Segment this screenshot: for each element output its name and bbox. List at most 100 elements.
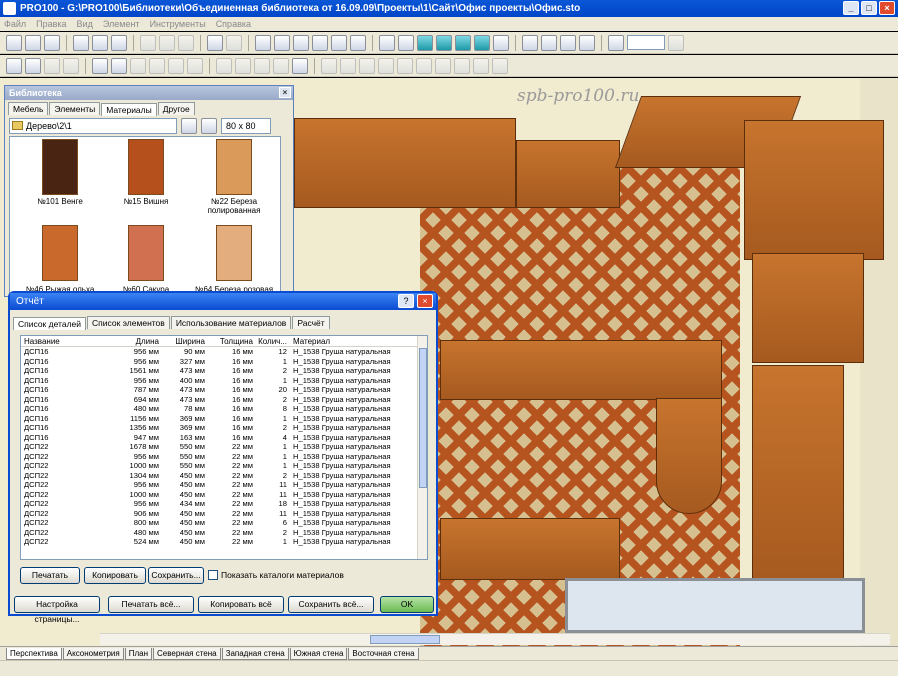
- tab-parts-list[interactable]: Список деталей: [13, 317, 87, 330]
- maximize-icon[interactable]: □: [861, 1, 877, 15]
- table-row[interactable]: ДСП22 1000 мм 450 мм 22 мм 11 Н_1538 Груша на…: [21, 490, 427, 500]
- same-height-icon[interactable]: [492, 57, 508, 74]
- tab-material-usage[interactable]: Использование материалов: [170, 316, 292, 329]
- save-icon[interactable]: [44, 34, 60, 51]
- ok-button[interactable]: OK: [380, 596, 434, 613]
- material-swatch[interactable]: [42, 225, 78, 281]
- copy-button[interactable]: Копировать: [84, 567, 146, 584]
- menu-element[interactable]: Элемент: [103, 17, 140, 31]
- tab-south-wall[interactable]: Южная стена: [289, 648, 348, 660]
- rotate-icon[interactable]: [44, 57, 60, 74]
- cube-shadow-icon[interactable]: [455, 34, 471, 51]
- align-left-icon[interactable]: [321, 57, 337, 74]
- thumb-size-select[interactable]: 80 x 80: [221, 118, 271, 134]
- cube-light-icon[interactable]: [474, 34, 490, 51]
- save-all-button[interactable]: Сохранить всё...: [288, 596, 374, 613]
- checkbox[interactable]: [208, 570, 218, 580]
- col-name[interactable]: Название: [21, 336, 117, 346]
- lock-icon[interactable]: [292, 57, 308, 74]
- print-all-button[interactable]: Печатать всё...: [108, 596, 194, 613]
- align-top-icon[interactable]: [359, 57, 375, 74]
- table-row[interactable]: ДСП22 800 мм 450 мм 22 мм 6 Н_1538 Груша нату…: [21, 518, 427, 528]
- report-icon[interactable]: [312, 34, 328, 51]
- tab-other[interactable]: Другое: [157, 102, 195, 115]
- table-row[interactable]: ДСП22 480 мм 450 мм 22 мм 2 Н_1538 Груша нату…: [21, 528, 427, 538]
- lightbulb-icon[interactable]: [493, 34, 509, 51]
- save-button[interactable]: Сохранить...: [148, 567, 204, 584]
- sum-icon[interactable]: [350, 34, 366, 51]
- materials-icon[interactable]: [331, 34, 347, 51]
- space-v-icon[interactable]: [454, 57, 470, 74]
- same-width-icon[interactable]: [473, 57, 489, 74]
- zoom-input[interactable]: [627, 35, 665, 50]
- table-row[interactable]: ДСП16 956 мм 400 мм 16 мм 1 Н_1538 Груша нату…: [21, 376, 427, 386]
- menu-view[interactable]: Вид: [77, 17, 93, 31]
- menu-tools[interactable]: Инструменты: [150, 17, 206, 31]
- tab-plan[interactable]: План: [124, 648, 152, 660]
- align-right-icon[interactable]: [340, 57, 356, 74]
- table-row[interactable]: ДСП16 787 мм 473 мм 16 мм 20 Н_1538 Груша нат…: [21, 385, 427, 395]
- new-file-icon[interactable]: [6, 34, 22, 51]
- table-row[interactable]: ДСП22 524 мм 450 мм 22 мм 1 Н_1538 Груша нату…: [21, 537, 427, 547]
- table-row[interactable]: ДСП22 956 мм 550 мм 22 мм 1 Н_1538 Груша нату…: [21, 452, 427, 462]
- table-row[interactable]: ДСП16 480 мм 78 мм 16 мм 8 Н_1538 Груша натур…: [21, 404, 427, 414]
- view-mode-icon[interactable]: [201, 118, 217, 134]
- col-material[interactable]: Материал: [287, 336, 417, 346]
- table-row[interactable]: ДСП16 956 мм 90 мм 16 мм 12 Н_1538 Груша нату…: [21, 347, 427, 357]
- align-center-icon[interactable]: [397, 57, 413, 74]
- paste-icon[interactable]: [178, 34, 194, 51]
- table-row[interactable]: ДСП22 1000 мм 550 мм 22 мм 1 Н_1538 Груша нат…: [21, 461, 427, 471]
- preview-icon[interactable]: [73, 34, 89, 51]
- magnet-icon[interactable]: [522, 34, 538, 51]
- help-icon[interactable]: ?: [398, 294, 414, 308]
- zoom-icon[interactable]: [608, 34, 624, 51]
- table-row[interactable]: ДСП22 1678 мм 550 мм 22 мм 1 Н_1538 Груша нат…: [21, 442, 427, 452]
- grid-icon[interactable]: [541, 34, 557, 51]
- col-width[interactable]: Ширина: [159, 336, 205, 346]
- properties-icon[interactable]: [293, 34, 309, 51]
- table-row[interactable]: ДСП22 956 мм 450 мм 22 мм 11 Н_1538 Груша нат…: [21, 480, 427, 490]
- tab-axonometry[interactable]: Аксонометрия: [62, 648, 124, 660]
- select-icon[interactable]: [6, 57, 22, 74]
- tab-west-wall[interactable]: Западная стена: [221, 648, 289, 660]
- library-icon[interactable]: [274, 34, 290, 51]
- resize-icon[interactable]: [216, 57, 232, 74]
- tab-calculation[interactable]: Расчёт: [292, 316, 330, 329]
- table-row[interactable]: ДСП16 1561 мм 473 мм 16 мм 2 Н_1538 Груша нат…: [21, 366, 427, 376]
- tab-north-wall[interactable]: Северная стена: [153, 648, 221, 660]
- cut-icon[interactable]: [140, 34, 156, 51]
- menu-help[interactable]: Справка: [216, 17, 251, 31]
- page-setup-button[interactable]: Настройка страницы...: [14, 596, 100, 624]
- table-row[interactable]: ДСП16 1356 мм 369 мм 16 мм 2 Н_1538 Груша нат…: [21, 423, 427, 433]
- menu-edit[interactable]: Правка: [36, 17, 66, 31]
- dimension-icon[interactable]: [273, 57, 289, 74]
- material-swatch[interactable]: [216, 225, 252, 281]
- zoom-out-icon[interactable]: [668, 34, 684, 51]
- col-quantity[interactable]: Колич...: [253, 336, 287, 346]
- space-h-icon[interactable]: [435, 57, 451, 74]
- align-bottom-icon[interactable]: [378, 57, 394, 74]
- material-swatch[interactable]: [128, 225, 164, 281]
- align-middle-icon[interactable]: [416, 57, 432, 74]
- close-icon[interactable]: ×: [417, 294, 433, 308]
- close-icon[interactable]: ×: [279, 87, 291, 98]
- tab-materials[interactable]: Материалы: [101, 103, 157, 116]
- cube-render-icon[interactable]: [436, 34, 452, 51]
- copy-icon[interactable]: [159, 34, 175, 51]
- scroll-thumb[interactable]: [370, 635, 440, 644]
- open-folder-icon[interactable]: [25, 34, 41, 51]
- target-icon[interactable]: [560, 34, 576, 51]
- room-icon[interactable]: [255, 34, 271, 51]
- copy-all-button[interactable]: Копировать всё: [198, 596, 284, 613]
- material-swatch[interactable]: [42, 139, 78, 195]
- table-row[interactable]: ДСП16 956 мм 327 мм 16 мм 1 Н_1538 Груша нату…: [21, 357, 427, 367]
- align-icon[interactable]: [92, 57, 108, 74]
- tab-east-wall[interactable]: Восточная стена: [348, 648, 419, 660]
- material-swatch[interactable]: [216, 139, 252, 195]
- stretch-icon[interactable]: [235, 57, 251, 74]
- close-icon[interactable]: ×: [879, 1, 895, 15]
- folder-select[interactable]: Дерево\2\1: [9, 118, 177, 134]
- scroll-thumb[interactable]: [419, 348, 427, 488]
- table-row[interactable]: ДСП16 947 мм 163 мм 16 мм 4 Н_1538 Груша нату…: [21, 433, 427, 443]
- ungroup-icon[interactable]: [149, 57, 165, 74]
